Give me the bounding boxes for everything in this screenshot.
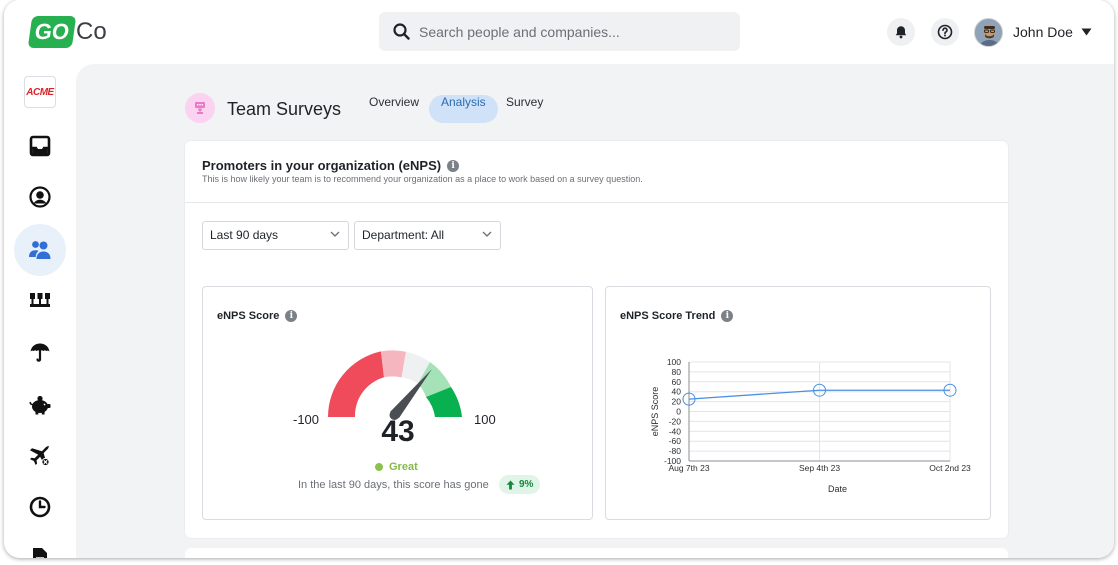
department-select[interactable]: Department: All xyxy=(354,221,501,250)
score-status-text: Great xyxy=(389,461,418,473)
info-icon[interactable]: i xyxy=(285,310,298,322)
user-name: John Doe xyxy=(1013,24,1073,40)
team-surveys-icon xyxy=(185,93,215,123)
page-title: Team Surveys xyxy=(227,99,342,119)
main-content: Team Surveys Overview Analysis Survey Pr… xyxy=(76,64,1114,558)
help-button[interactable] xyxy=(931,18,959,46)
next-card-edge xyxy=(185,548,1008,558)
goco-logo[interactable]: GO Co xyxy=(27,14,110,50)
document-icon xyxy=(33,548,47,558)
enps-trend-panel: eNPS Score Trend i 100 80 60 40 20 0 -20 -40 -60… xyxy=(605,286,991,520)
sidebar-item-benefits[interactable] xyxy=(14,326,66,378)
x-tick-label: Oct 2nd 23 xyxy=(929,463,971,473)
y-tick-label: -60 xyxy=(669,436,682,446)
user-circle-icon xyxy=(29,186,51,208)
y-tick-label: 100 xyxy=(667,357,681,367)
user-menu[interactable]: John Doe xyxy=(974,17,1092,47)
score-change-badge: 9% xyxy=(499,475,541,494)
enps-trend-chart: 100806040200-20-40-60-80-100Aug 7th 23 Se… xyxy=(650,357,971,494)
company-badge-text: ACME xyxy=(26,86,54,98)
app-window: GO Co Search people and companies... Joh… xyxy=(4,0,1114,558)
enps-gauge xyxy=(327,350,462,420)
help-icon xyxy=(937,24,953,40)
sidebar-item-team[interactable] xyxy=(14,224,66,276)
enps-score-title-text: eNPS Score xyxy=(217,310,280,322)
y-tick-label: 60 xyxy=(672,377,682,387)
status-dot xyxy=(375,463,383,471)
period-select-value: Last 90 days xyxy=(210,228,279,242)
chevron-down-icon xyxy=(482,231,492,237)
airplane-icon xyxy=(30,445,50,467)
info-icon[interactable]: i xyxy=(447,159,460,172)
y-axis-label: eNPS Score xyxy=(650,387,660,437)
tab-survey[interactable]: Survey xyxy=(494,95,555,123)
enps-score-panel: eNPS Score i -100 100 43 Great In the la… xyxy=(202,286,593,520)
company-logo[interactable]: ACME xyxy=(24,76,56,108)
sidebar-item-documents[interactable] xyxy=(14,532,66,558)
x-tick-label: Sep 4th 23 xyxy=(799,463,840,473)
top-bar: GO Co Search people and companies... Joh… xyxy=(4,0,1114,64)
y-tick-label: 20 xyxy=(672,397,682,407)
piggy-bank-icon xyxy=(29,395,51,415)
notifications-button[interactable] xyxy=(887,18,915,46)
enps-card-subtitle: This is how likely your team is to recom… xyxy=(202,174,643,184)
org-chart-icon xyxy=(30,293,50,307)
tab-analysis[interactable]: Analysis xyxy=(429,95,498,123)
sidebar-item-time-tracking[interactable] xyxy=(14,481,66,533)
sidebar-item-time-off[interactable] xyxy=(14,430,66,482)
arrow-up-icon xyxy=(506,480,515,489)
enps-card-title-text: Promoters in your organization (eNPS) xyxy=(202,158,442,173)
x-axis-label: Date xyxy=(828,484,847,494)
avatar xyxy=(974,17,1003,47)
team-icon xyxy=(29,241,51,259)
logo-co-text: Co xyxy=(76,18,107,45)
y-tick-label: -20 xyxy=(669,416,682,426)
umbrella-icon xyxy=(30,343,50,362)
bell-icon xyxy=(895,26,907,39)
inbox-icon xyxy=(29,135,51,157)
enps-card-title: Promoters in your organization (eNPS) i xyxy=(202,158,460,173)
sidebar-item-org-chart[interactable] xyxy=(14,274,66,326)
logo-go-mark: GO xyxy=(27,16,77,48)
sidebar-item-inbox[interactable] xyxy=(14,120,66,172)
score-status: Great xyxy=(375,461,418,473)
enps-score-title: eNPS Score i xyxy=(217,310,298,322)
y-tick-label: 80 xyxy=(672,367,682,377)
gauge-min-label: -100 xyxy=(293,412,320,427)
search-input[interactable] xyxy=(419,23,719,40)
chevron-down-icon xyxy=(330,231,340,237)
chevron-down-icon xyxy=(1081,28,1092,36)
search-bar[interactable] xyxy=(379,12,740,51)
gauge-max-label: 100 xyxy=(474,412,496,427)
clock-icon xyxy=(29,496,51,518)
score-change-note: In the last 90 days, this score has gone xyxy=(298,479,489,491)
y-tick-label: 40 xyxy=(672,387,682,397)
divider xyxy=(185,202,1008,203)
sidebar: ACME xyxy=(4,64,76,558)
period-select[interactable]: Last 90 days xyxy=(202,221,349,250)
department-select-value: Department: All xyxy=(362,228,445,242)
y-tick-label: -40 xyxy=(669,426,682,436)
sidebar-item-profile[interactable] xyxy=(14,171,66,223)
gauge-segment-red xyxy=(327,351,384,417)
enps-score-value: 43 xyxy=(381,415,415,448)
y-tick-label: -80 xyxy=(669,446,682,456)
y-tick-label: 0 xyxy=(676,407,681,417)
tab-overview[interactable]: Overview xyxy=(357,95,431,123)
sidebar-item-payroll[interactable] xyxy=(14,379,66,431)
search-icon xyxy=(393,23,410,40)
survey-trophy-icon xyxy=(195,102,205,114)
enps-card: Promoters in your organization (eNPS) i … xyxy=(185,141,1008,538)
x-tick-label: Aug 7th 23 xyxy=(668,463,709,473)
score-change-value: 9% xyxy=(519,479,534,490)
